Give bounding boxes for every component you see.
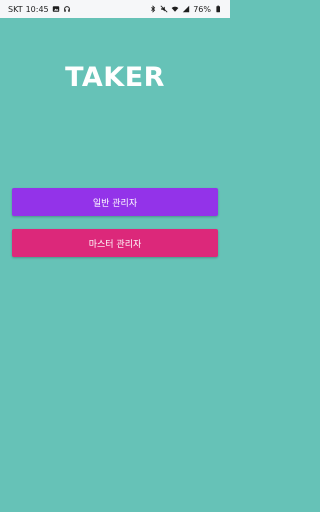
status-bar-right: 76% <box>149 5 222 14</box>
bluetooth-icon <box>149 5 157 13</box>
wifi-icon <box>171 5 179 13</box>
status-bar-left: SKT 10:45 <box>8 5 71 14</box>
battery-percent: 76% <box>193 4 211 14</box>
app-logo: TAKER <box>65 62 165 93</box>
battery-icon <box>214 5 222 13</box>
master-admin-button[interactable]: 마스터 관리자 <box>12 229 218 257</box>
master-admin-button-label: 마스터 관리자 <box>88 239 142 250</box>
signal-icon <box>182 5 190 13</box>
gallery-icon <box>52 5 60 13</box>
clock: 10:45 <box>25 4 49 14</box>
headset-icon <box>63 5 71 13</box>
status-bar: SKT 10:45 76% <box>0 0 230 18</box>
general-admin-button-label: 일반 관리자 <box>92 198 138 209</box>
mute-icon <box>160 5 168 13</box>
general-admin-button[interactable]: 일반 관리자 <box>12 188 218 216</box>
carrier-label: SKT <box>8 4 23 14</box>
